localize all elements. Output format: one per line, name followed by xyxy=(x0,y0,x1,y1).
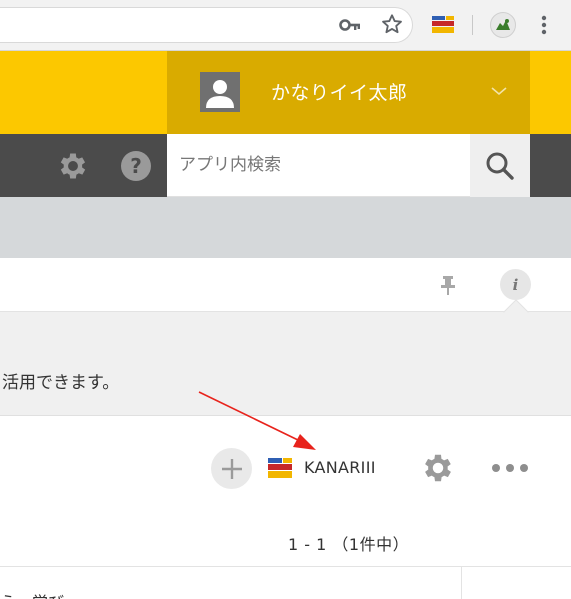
search-icon xyxy=(486,152,514,180)
search-input[interactable] xyxy=(167,134,470,196)
user-menu[interactable]: かなりイイ太郎 xyxy=(167,51,530,134)
breadcrumb-bar xyxy=(0,197,571,258)
user-avatar xyxy=(200,72,240,112)
info-icon: i xyxy=(512,275,519,294)
app-toolbar: ? xyxy=(0,134,571,197)
plus-icon xyxy=(221,458,242,479)
table-column-divider xyxy=(461,567,462,599)
star-icon[interactable] xyxy=(380,12,404,36)
search-button[interactable] xyxy=(470,134,530,197)
chevron-down-icon[interactable] xyxy=(489,83,509,99)
kanari-plugin-link[interactable]: KANARIII xyxy=(304,458,376,477)
record-list-actions: KANARIII xyxy=(0,416,571,516)
help-icon[interactable]: ? xyxy=(120,150,152,182)
app-description-text: 活用できます。 xyxy=(2,373,120,393)
list-settings-gear-icon[interactable] xyxy=(420,450,456,486)
extension-icon[interactable] xyxy=(432,15,454,35)
profile-avatar-icon[interactable] xyxy=(490,12,516,38)
add-record-button[interactable] xyxy=(211,448,252,489)
menu-icon[interactable] xyxy=(534,12,554,38)
info-button[interactable]: i xyxy=(500,269,531,300)
table-row[interactable]: え 学び xyxy=(0,589,64,599)
app-description-panel: 活用できます。 xyxy=(0,299,571,416)
user-name: かなりイイ太郎 xyxy=(271,82,408,104)
toolbar-separator xyxy=(472,15,473,35)
record-table: え 学び xyxy=(0,566,571,599)
key-icon[interactable] xyxy=(338,14,362,36)
app-title-row: i xyxy=(0,258,571,312)
search-box xyxy=(167,134,470,197)
kanari-logo-icon[interactable] xyxy=(268,458,292,479)
more-options-icon[interactable] xyxy=(492,460,528,476)
app-header: かなりイイ太郎 xyxy=(0,51,571,134)
browser-toolbar xyxy=(0,0,571,51)
pin-icon[interactable] xyxy=(438,274,458,296)
svg-text:?: ? xyxy=(130,154,142,178)
settings-gear-icon[interactable] xyxy=(56,149,90,183)
pagination-text: 1 - 1 （1件中） xyxy=(288,535,410,554)
